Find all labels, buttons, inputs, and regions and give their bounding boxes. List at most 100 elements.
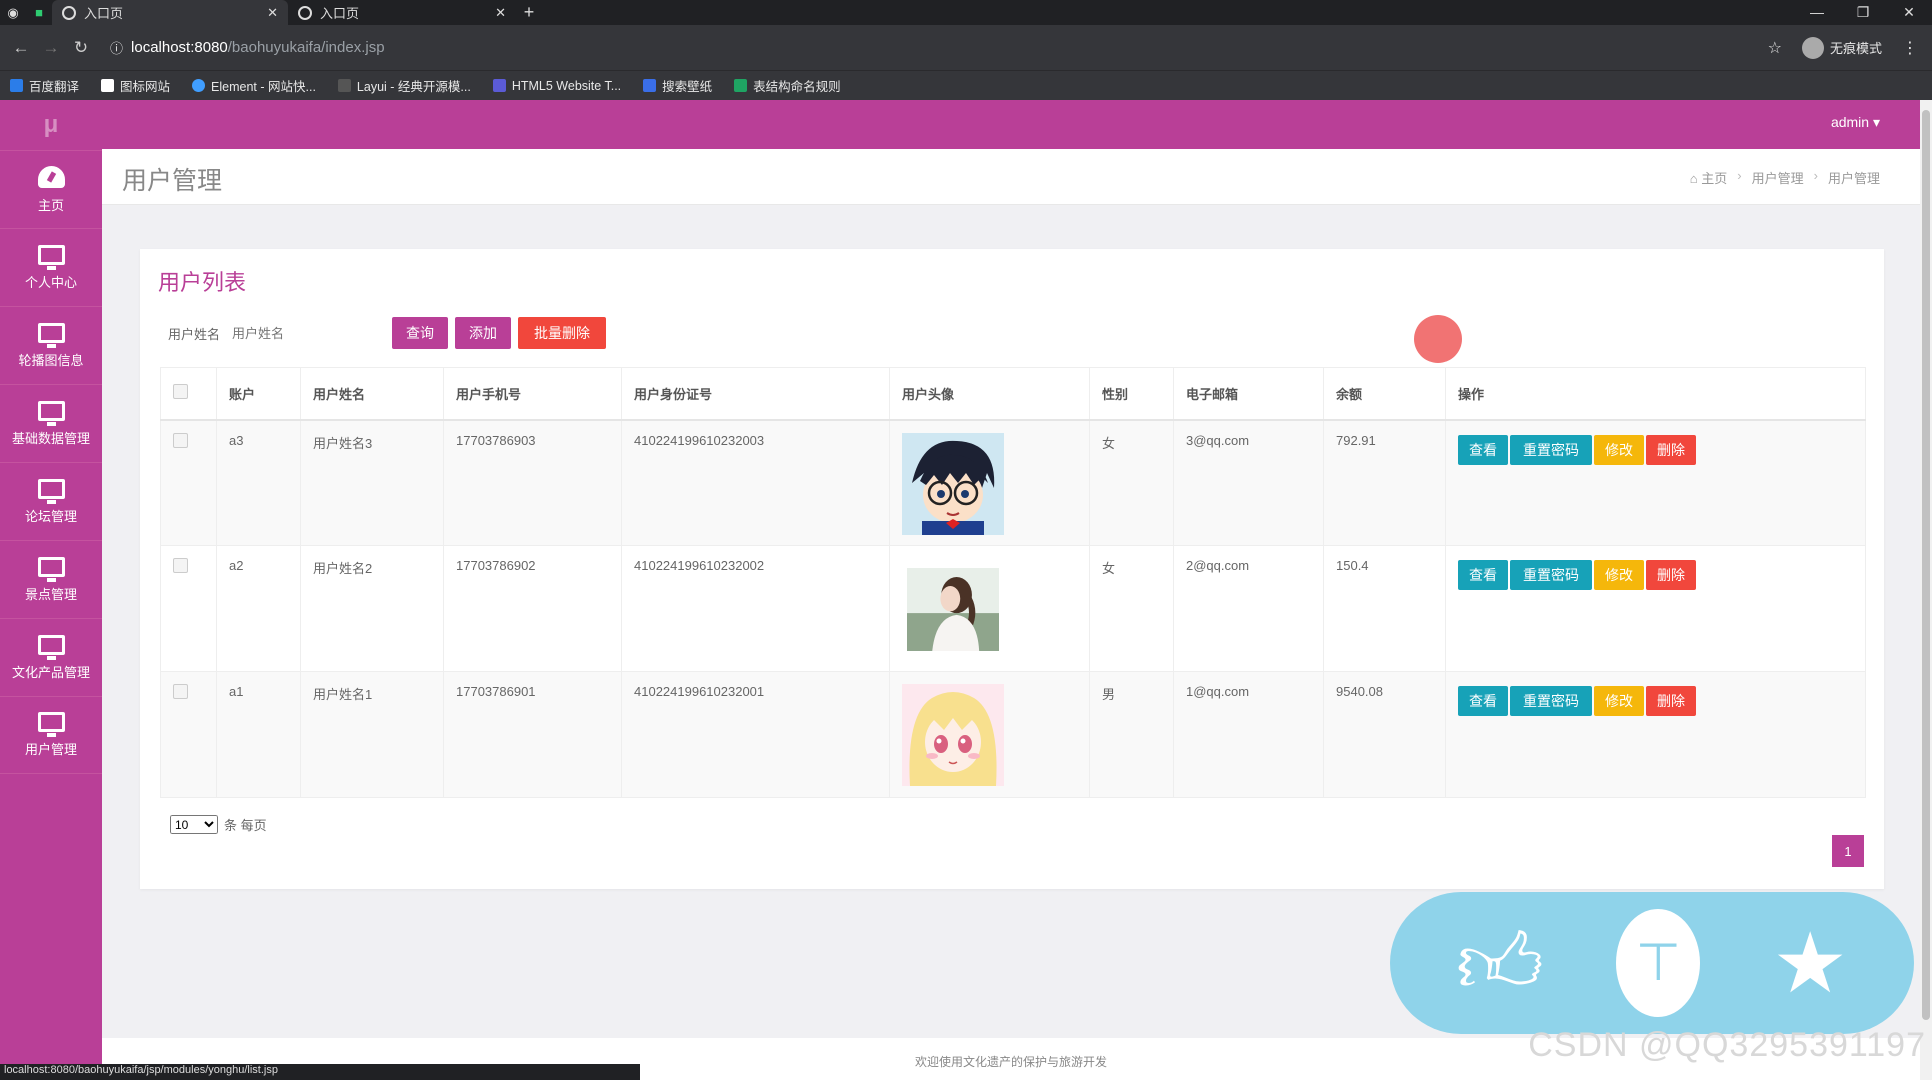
- pagination-page-1[interactable]: 1: [1832, 835, 1864, 867]
- row-select-cell: [160, 419, 217, 546]
- row-checkbox[interactable]: [173, 558, 188, 573]
- url-field[interactable]: ⓘ localhost:8080/baohuyukaifa/index.jsp: [110, 38, 385, 57]
- reset-password-button[interactable]: 重置密码: [1510, 686, 1592, 716]
- close-tab-icon[interactable]: ✕: [495, 5, 506, 21]
- close-window-icon[interactable]: ✕: [1886, 4, 1932, 21]
- sidebar-item-basedata[interactable]: 基础数据管理: [0, 384, 102, 462]
- column-header[interactable]: 电子邮箱: [1173, 367, 1324, 421]
- sidebar-item-profile[interactable]: 个人中心: [0, 228, 102, 306]
- monitor-icon: [37, 478, 65, 504]
- batch-delete-button[interactable]: 批量删除: [518, 317, 607, 349]
- column-header[interactable]: 账户: [216, 367, 301, 421]
- bookmark-label: Element - 网站快...: [211, 80, 316, 94]
- element-icon: [192, 79, 206, 92]
- pin-top-icon[interactable]: ⊤: [1616, 909, 1701, 1017]
- avatar[interactable]: [902, 568, 1004, 660]
- row-checkbox[interactable]: [173, 684, 188, 699]
- column-header[interactable]: 用户手机号: [443, 367, 622, 421]
- thumbs-up-icon[interactable]: 👍︎: [1456, 921, 1544, 1005]
- column-header[interactable]: 性别: [1089, 367, 1174, 421]
- reload-icon[interactable]: ↻: [66, 38, 96, 58]
- select-all-checkbox[interactable]: [173, 384, 188, 400]
- incognito-label: 无痕模式: [1829, 41, 1882, 56]
- column-header: 操作: [1445, 367, 1866, 421]
- actions-cell: 查看 重置密码 修改 删除: [1445, 419, 1866, 546]
- bookmark-label: 搜索壁纸: [662, 80, 713, 94]
- page-size-select[interactable]: 10: [170, 815, 218, 834]
- bookmark-item[interactable]: 百度翻译: [10, 76, 79, 95]
- column-header[interactable]: 余额: [1323, 367, 1446, 421]
- minimize-icon[interactable]: —: [1794, 4, 1840, 21]
- actions-cell: 查看 重置密码 修改 删除: [1445, 671, 1866, 798]
- name-search-input[interactable]: [232, 325, 393, 341]
- user-menu[interactable]: admin ▾: [1831, 114, 1880, 131]
- row-checkbox[interactable]: [173, 432, 188, 448]
- app-favicon-icon[interactable]: ■: [26, 0, 52, 25]
- column-header[interactable]: 用户身份证号: [621, 367, 890, 421]
- delete-button[interactable]: 删除: [1646, 434, 1696, 465]
- breadcrumb-current: 用户管理: [1827, 171, 1880, 186]
- sidebar-item-scenic[interactable]: 景点管理: [0, 540, 102, 618]
- star-icon[interactable]: ★: [1773, 921, 1848, 1005]
- close-tab-icon[interactable]: ✕: [267, 5, 278, 21]
- column-header[interactable]: 用户姓名: [300, 367, 444, 421]
- app-logo[interactable]: μ: [0, 100, 102, 150]
- view-button[interactable]: 查看: [1458, 560, 1508, 590]
- table-row: a2 用户姓名2 17703786902 410224199610232002 …: [160, 545, 1866, 672]
- app-topbar: admin ▾: [0, 100, 1920, 149]
- sidebar-item-products[interactable]: 文化产品管理: [0, 618, 102, 696]
- name-cell: 用户姓名3: [300, 419, 444, 546]
- page-header: 用户管理 ⌂ 主页 › 用户管理 › 用户管理: [102, 149, 1920, 205]
- tab-title: 入口页: [84, 6, 124, 21]
- edit-button[interactable]: 修改: [1594, 686, 1644, 716]
- bookmark-item[interactable]: 表结构命名规则: [734, 76, 841, 95]
- new-tab-icon[interactable]: +: [516, 0, 542, 25]
- avatar[interactable]: [902, 432, 1004, 535]
- edit-button[interactable]: 修改: [1594, 560, 1644, 590]
- restore-icon[interactable]: ❐: [1840, 4, 1886, 21]
- browser-tab-active[interactable]: 入口页 ✕: [52, 0, 288, 25]
- browser-menu-icon[interactable]: ◉: [0, 0, 26, 25]
- window-controls: — ❐ ✕: [1794, 4, 1932, 21]
- sidebar: μ 主页 个人中心 轮播图信息 基础数据管理 论坛管理 景点管理 文化产品管理 …: [0, 100, 102, 1080]
- social-action-bar: 👍︎ ⊤ ★: [1390, 892, 1914, 1034]
- breadcrumb-home[interactable]: ⌂ 主页: [1690, 168, 1728, 187]
- avatar[interactable]: [902, 684, 1004, 786]
- edit-button[interactable]: 修改: [1594, 434, 1644, 465]
- bookmarks-bar: 百度翻译 图标网站 Element - 网站快... Layui - 经典开源模…: [0, 70, 1932, 100]
- forward-icon[interactable]: →: [36, 38, 66, 58]
- back-icon[interactable]: ←: [6, 38, 36, 58]
- bookmark-item[interactable]: HTML5 Website T...: [492, 79, 621, 93]
- view-button[interactable]: 查看: [1458, 686, 1508, 716]
- sidebar-item-forum[interactable]: 论坛管理: [0, 462, 102, 540]
- avatar-cell: [889, 671, 1090, 798]
- info-icon[interactable]: ⓘ: [110, 38, 123, 57]
- breadcrumb-item[interactable]: 用户管理: [1752, 168, 1804, 187]
- idcard-cell: 410224199610232002: [621, 545, 890, 672]
- bookmark-item[interactable]: 搜索壁纸: [643, 76, 712, 95]
- sidebar-item-carousel[interactable]: 轮播图信息: [0, 306, 102, 384]
- view-button[interactable]: 查看: [1458, 434, 1508, 465]
- sidebar-item-home[interactable]: 主页: [0, 150, 102, 228]
- bookmark-item[interactable]: 图标网站: [101, 76, 170, 95]
- globe-icon: [62, 5, 76, 20]
- bookmark-item[interactable]: Layui - 经典开源模...: [337, 76, 471, 95]
- browser-tab[interactable]: 入口页 ✕: [288, 0, 516, 25]
- sidebar-item-users[interactable]: 用户管理: [0, 696, 102, 774]
- browser-kebab-icon[interactable]: ⋮: [1902, 38, 1918, 58]
- sidebar-item-label: 景点管理: [24, 586, 77, 602]
- delete-button[interactable]: 删除: [1646, 560, 1696, 590]
- bookmark-star-icon[interactable]: ☆: [1768, 38, 1782, 58]
- page-scrollbar[interactable]: [1920, 100, 1932, 1080]
- incognito-indicator[interactable]: 无痕模式: [1801, 36, 1882, 59]
- delete-button[interactable]: 删除: [1646, 686, 1696, 716]
- column-header: 用户头像: [889, 367, 1090, 421]
- query-button[interactable]: 查询: [392, 317, 449, 349]
- scrollbar-thumb[interactable]: [1922, 110, 1930, 1020]
- email-cell: 3@qq.com: [1173, 419, 1324, 546]
- bookmark-item[interactable]: Element - 网站快...: [192, 76, 316, 95]
- sidebar-item-label: 轮播图信息: [18, 352, 84, 368]
- reset-password-button[interactable]: 重置密码: [1510, 560, 1592, 590]
- reset-password-button[interactable]: 重置密码: [1510, 434, 1592, 465]
- add-button[interactable]: 添加: [455, 317, 512, 349]
